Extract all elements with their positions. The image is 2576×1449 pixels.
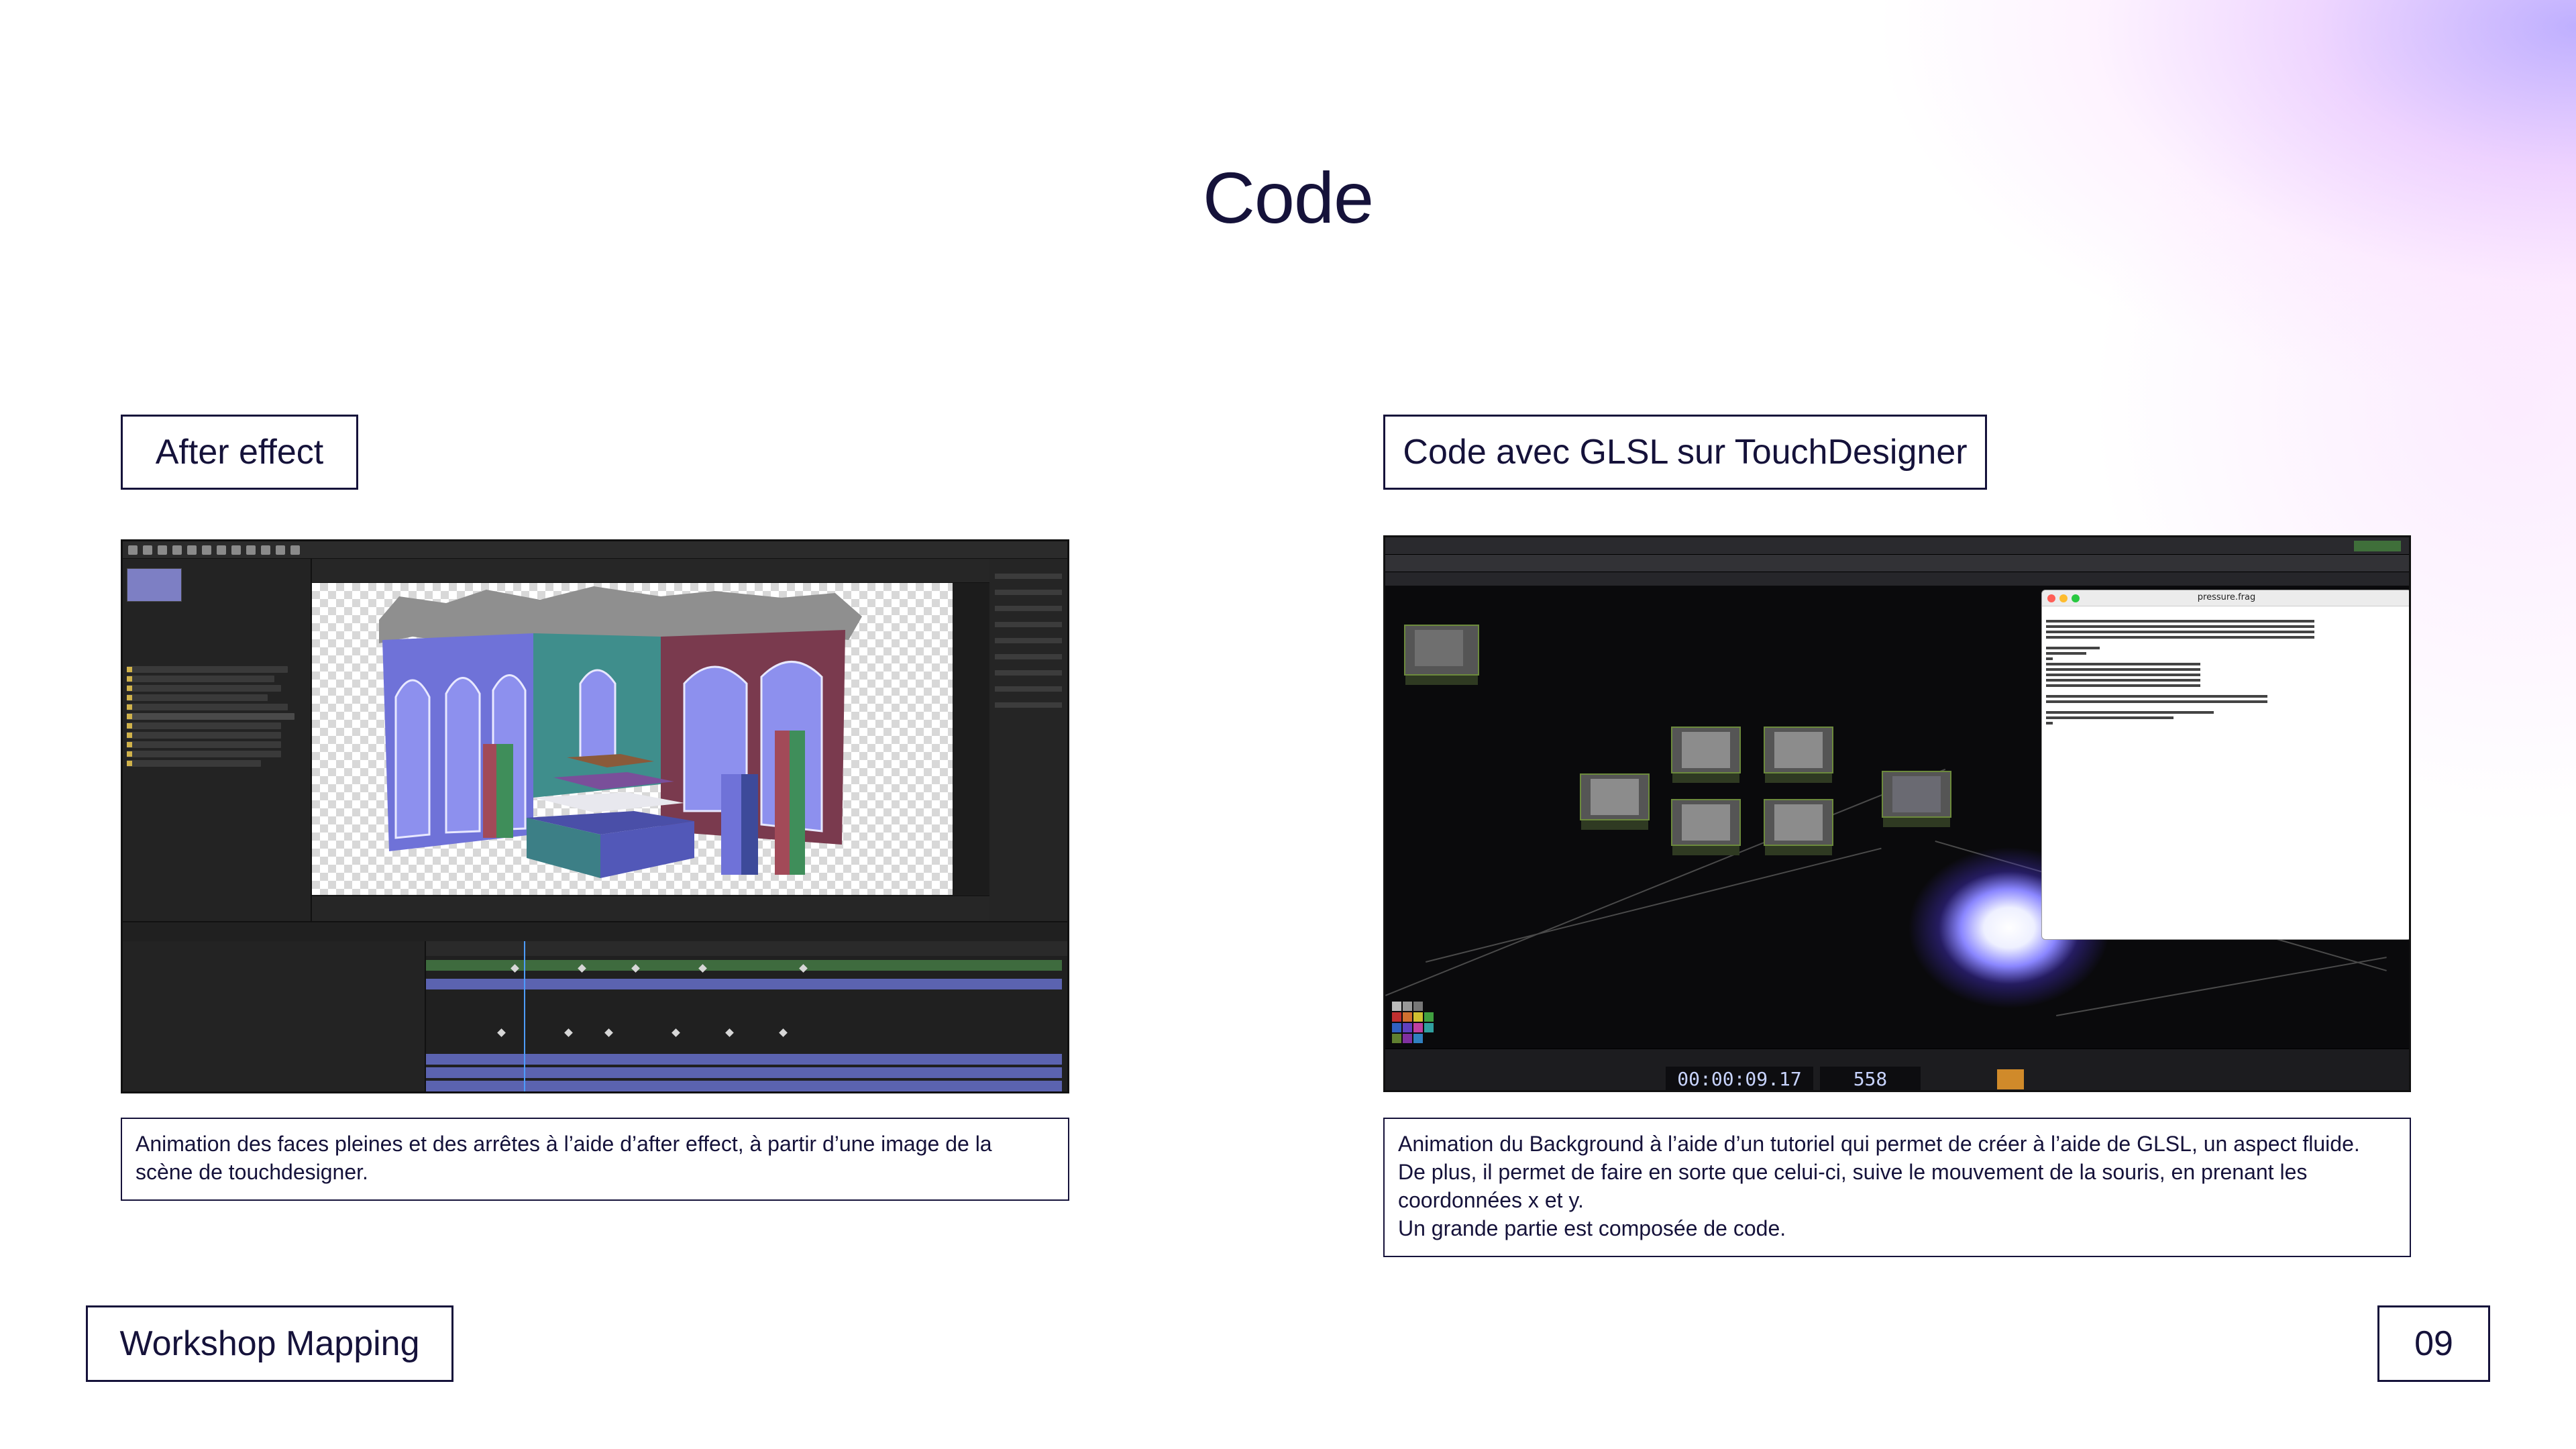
glsl-touchdesigner-tag-label: Code avec GLSL sur TouchDesigner: [1403, 433, 1968, 472]
td-code-window-title: pressure.frag: [2197, 592, 2256, 602]
td-menu-bar: [1385, 537, 2409, 555]
after-effects-screenshot: [121, 539, 1069, 1093]
footer-label: Workshop Mapping: [86, 1305, 453, 1382]
page-number-text: 09: [2414, 1324, 2453, 1363]
after-effect-tag: After effect: [121, 415, 358, 490]
touchdesigner-screenshot: pressure.frag 00:00:09.17 558: [1383, 535, 2411, 1092]
page-number: 09: [2377, 1305, 2490, 1382]
after-effect-caption-text: Animation des faces pleines et des arrêt…: [136, 1132, 992, 1184]
ae-timeline-panel: [123, 921, 1067, 1091]
ae-composition-panel: [312, 559, 989, 921]
glsl-caption-line-2: De plus, il permet de faire en sorte que…: [1398, 1160, 2308, 1184]
ae-toolbar: [123, 541, 1067, 559]
glsl-caption-line-3: coordonnées x et y.: [1398, 1188, 1584, 1212]
glsl-touchdesigner-tag: Code avec GLSL sur TouchDesigner: [1383, 415, 1987, 490]
glsl-caption: Animation du Background à l’aide d’un tu…: [1383, 1118, 2411, 1257]
td-pane-bar: [1385, 555, 2409, 572]
ae-composition-canvas: [312, 583, 953, 895]
page-title: Code: [1202, 157, 1374, 238]
ae-project-panel: [123, 559, 312, 921]
td-frame-counter: 558: [1820, 1067, 1921, 1090]
ae-effects-panel: [989, 559, 1067, 921]
play-icon: [1997, 1069, 2024, 1089]
ae-project-thumbnail: [127, 568, 182, 602]
glsl-caption-line-4: Un grande partie est composée de code.: [1398, 1216, 1786, 1240]
td-timeline-bar: 00:00:09.17 558: [1385, 1049, 2409, 1090]
footer-label-text: Workshop Mapping: [119, 1324, 420, 1363]
td-code-window: pressure.frag: [2041, 590, 2409, 940]
after-effect-tag-label: After effect: [155, 433, 324, 472]
td-timecode: 00:00:09.17: [1666, 1067, 1813, 1090]
ae-scene-illustration: [379, 586, 862, 878]
glsl-caption-line-1: Animation du Background à l’aide d’un tu…: [1398, 1132, 2360, 1156]
td-path-bar: [1385, 572, 2409, 586]
after-effect-caption: Animation des faces pleines et des arrêt…: [121, 1118, 1069, 1201]
